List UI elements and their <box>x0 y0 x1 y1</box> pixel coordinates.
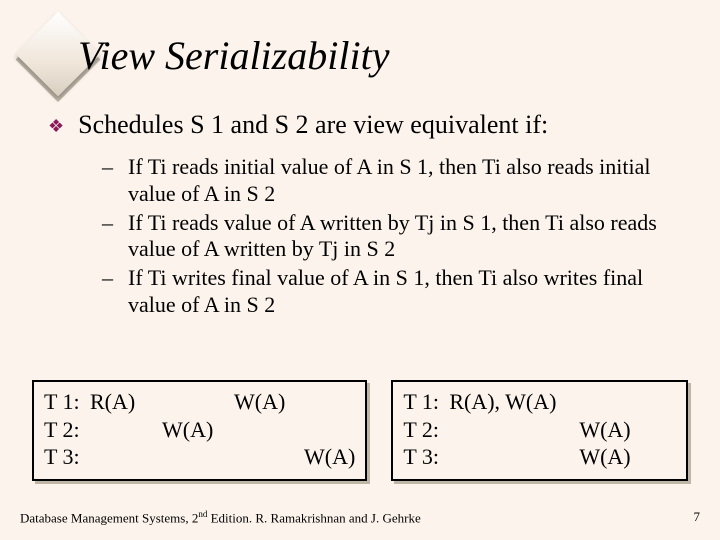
slide-body: ❖ Schedules S 1 and S 2 are view equival… <box>48 110 680 321</box>
slide-title: View Serializability <box>78 36 389 76</box>
list-item: – If Ti reads value of A written by Tj i… <box>102 210 670 264</box>
lvl2-text: If Ti reads value of A written by Tj in … <box>128 210 670 264</box>
cell: T 3: <box>403 443 449 471</box>
schedule-boxes: T 1: R(A) W(A) T 2: W(A) T 3: W(A) <box>32 380 688 481</box>
lvl1-post: if: <box>519 110 549 139</box>
cell <box>234 416 304 444</box>
dash-icon: – <box>102 154 120 181</box>
page-number: 7 <box>694 509 701 526</box>
bullet-level1: ❖ Schedules S 1 and S 2 are view equival… <box>48 110 680 140</box>
cell: T 3: <box>44 443 90 471</box>
cell: W(A) <box>234 388 304 416</box>
lvl2-text: If Ti reads initial value of A in S 1, t… <box>128 154 670 208</box>
table-row: T 2: W(A) <box>44 416 355 444</box>
footer-text: Database Management Systems, 2nd Edition… <box>20 509 421 526</box>
title-row: View Serializability <box>28 24 389 84</box>
cell <box>90 443 162 471</box>
cell <box>579 388 649 416</box>
cell <box>449 443 579 471</box>
list-item: – If Ti writes final value of A in S 1, … <box>102 265 670 319</box>
dash-icon: – <box>102 265 120 292</box>
schedule-box-right: T 1: R(A), W(A) T 2: W(A) T 3: W(A) <box>391 380 688 481</box>
slide: View Serializability ❖ Schedules S 1 and… <box>0 0 720 540</box>
footer: Database Management Systems, 2nd Edition… <box>20 509 700 526</box>
footer-sup: nd <box>198 509 207 519</box>
lvl1-em: view equivalent <box>353 110 518 139</box>
table-row: T 3: W(A) <box>44 443 355 471</box>
cell: W(A) <box>304 443 355 471</box>
lvl2-text: If Ti writes final value of A in S 1, th… <box>128 265 670 319</box>
cell: W(A) <box>579 416 649 444</box>
cell: T 2: <box>403 416 449 444</box>
lvl2-list: – If Ti reads initial value of A in S 1,… <box>102 154 670 319</box>
cell: T 1: <box>44 388 90 416</box>
cell <box>234 443 304 471</box>
cell <box>449 416 579 444</box>
table-row: T 1: R(A), W(A) <box>403 388 676 416</box>
table-row: T 3: W(A) <box>403 443 676 471</box>
lvl1-pre: Schedules S 1 and S 2 are <box>78 110 353 139</box>
footer-pre: Database Management Systems, 2 <box>20 510 198 525</box>
table-row: T 2: W(A) <box>403 416 676 444</box>
diamond-bullet-icon: ❖ <box>48 116 64 137</box>
schedule-box-left: T 1: R(A) W(A) T 2: W(A) T 3: W(A) <box>32 380 367 481</box>
cell: T 2: <box>44 416 90 444</box>
cell <box>162 388 234 416</box>
cell: R(A) <box>90 388 162 416</box>
cell <box>90 416 162 444</box>
footer-post: Edition. R. Ramakrishnan and J. Gehrke <box>207 510 420 525</box>
cell: W(A) <box>162 416 234 444</box>
dash-icon: – <box>102 210 120 237</box>
cell: R(A), W(A) <box>449 388 579 416</box>
cell: T 1: <box>403 388 449 416</box>
list-item: – If Ti reads initial value of A in S 1,… <box>102 154 670 208</box>
cell <box>162 443 234 471</box>
lvl1-text: Schedules S 1 and S 2 are view equivalen… <box>78 110 548 140</box>
cell: W(A) <box>579 443 649 471</box>
table-row: T 1: R(A) W(A) <box>44 388 355 416</box>
